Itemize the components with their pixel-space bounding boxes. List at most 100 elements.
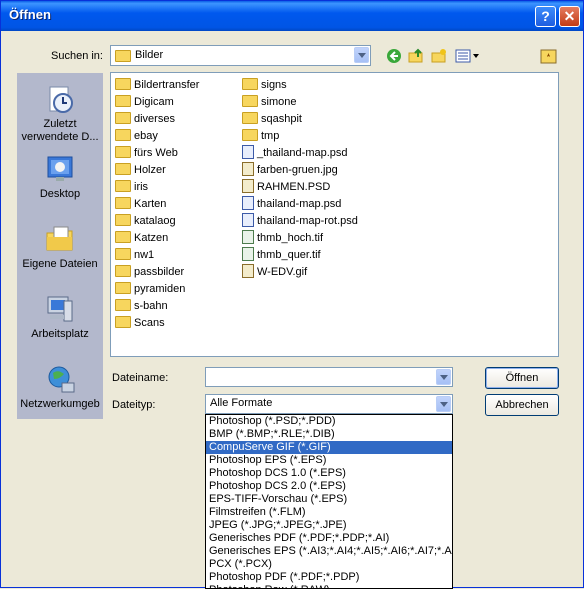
list-item[interactable]: diverses: [115, 111, 175, 127]
filetype-option[interactable]: Filmstreifen (*.FLM): [206, 506, 452, 519]
help-button[interactable]: ?: [535, 6, 556, 27]
list-item[interactable]: Holzer: [115, 162, 166, 178]
list-item[interactable]: farben-gruen.jpg: [242, 162, 338, 178]
folder-icon: [115, 282, 131, 295]
favorites-icon[interactable]: [540, 47, 558, 65]
place-desktop[interactable]: Desktop: [17, 153, 103, 200]
folder-icon: [242, 78, 258, 91]
list-item-label: _thailand-map.psd: [257, 147, 348, 159]
filetype-option[interactable]: PCX (*.PCX): [206, 558, 452, 571]
filename-label: Dateiname:: [112, 372, 169, 384]
list-item-label: thmb_hoch.tif: [257, 232, 324, 244]
list-item-label: simone: [261, 96, 297, 108]
list-item-label: Bildertransfer: [134, 79, 200, 91]
back-icon[interactable]: [386, 48, 402, 64]
list-item[interactable]: Bildertransfer: [115, 77, 199, 93]
folder-icon: [115, 299, 131, 312]
folder-icon: [115, 95, 131, 108]
file-list[interactable]: Bildertransfer Digicam diverses ebay fürs We…: [110, 72, 559, 357]
list-item[interactable]: signs: [242, 77, 287, 93]
filetype-option[interactable]: Photoshop (*.PSD;*.PDD): [206, 415, 452, 428]
folder-icon: [242, 112, 258, 125]
list-item[interactable]: thmb_hoch.tif: [242, 230, 323, 246]
filetype-option[interactable]: Photoshop DCS 2.0 (*.EPS): [206, 480, 452, 493]
list-item[interactable]: Digicam: [115, 94, 174, 110]
folder-icon: [242, 95, 258, 108]
list-item[interactable]: tmp: [242, 128, 279, 144]
list-item[interactable]: ebay: [115, 128, 158, 144]
my-computer-icon: [47, 296, 73, 322]
list-item-label: farben-gruen.jpg: [257, 164, 338, 176]
filetype-option[interactable]: Generisches PDF (*.PDF;*.PDP;*.AI): [206, 532, 452, 545]
network-icon: [48, 366, 75, 393]
place-network[interactable]: Netzwerkumgeb: [17, 363, 103, 410]
place-label: Netzwerkumgeb: [20, 398, 100, 410]
filetype-option[interactable]: BMP (*.BMP;*.RLE;*.DIB): [206, 428, 452, 441]
filetype-option[interactable]: EPS-TIFF-Vorschau (*.EPS): [206, 493, 452, 506]
tif-file-icon: [242, 230, 254, 245]
list-item[interactable]: sqashpit: [242, 111, 302, 127]
filetype-option[interactable]: Generisches EPS (*.AI3;*.AI4;*.AI5;*.AI6…: [206, 545, 452, 558]
new-folder-icon[interactable]: [431, 48, 447, 64]
list-item[interactable]: _thailand-map.psd: [242, 145, 348, 161]
list-item[interactable]: W-EDV.gif: [242, 264, 307, 280]
psd-file-icon: [242, 145, 254, 160]
view-menu-icon[interactable]: [455, 48, 481, 64]
cancel-button[interactable]: Abbrechen: [485, 394, 559, 416]
my-documents-icon: [46, 226, 73, 251]
folder-icon: [115, 112, 131, 125]
list-item-label: Digicam: [134, 96, 174, 108]
filetype-option[interactable]: Photoshop PDF (*.PDF;*.PDP): [206, 571, 452, 584]
folder-icon: [115, 316, 131, 329]
place-label: Eigene Dateien: [22, 258, 98, 270]
filetype-option[interactable]: JPEG (*.JPG;*.JPEG;*.JPE): [206, 519, 452, 532]
folder-icon: [115, 78, 131, 91]
list-item[interactable]: thailand-map-rot.psd: [242, 213, 358, 229]
list-item-label: katalaog: [134, 215, 176, 227]
list-item[interactable]: thailand-map.psd: [242, 196, 341, 212]
window-title: Öffnen: [9, 7, 51, 22]
list-item-label: W-EDV.gif: [257, 266, 308, 278]
title-bar[interactable]: Öffnen ? ✕: [1, 1, 583, 31]
list-item-label: thailand-map-rot.psd: [257, 215, 358, 227]
list-item[interactable]: iris: [115, 179, 148, 195]
list-item[interactable]: RAHMEN.PSD: [242, 179, 330, 195]
list-item[interactable]: passbilder: [115, 264, 184, 280]
filetype-option[interactable]: CompuServe GIF (*.GIF): [206, 441, 452, 454]
list-item[interactable]: katalaog: [115, 213, 176, 229]
chevron-down-icon[interactable]: [436, 396, 451, 412]
list-item[interactable]: Karten: [115, 196, 166, 212]
open-button[interactable]: Öffnen: [485, 367, 559, 389]
list-item-label: Katzen: [134, 232, 169, 244]
list-item[interactable]: nw1: [115, 247, 154, 263]
place-my-computer[interactable]: Arbeitsplatz: [17, 293, 103, 340]
filetype-option[interactable]: Photoshop Raw (*.RAW): [206, 584, 452, 588]
list-item[interactable]: Katzen: [115, 230, 168, 246]
list-item[interactable]: simone: [242, 94, 296, 110]
lookin-label: Suchen in:: [51, 50, 103, 62]
place-recent[interactable]: Zuletzt verwendete D...: [17, 83, 103, 144]
folder-icon: [115, 146, 131, 159]
list-item[interactable]: thmb_quer.tif: [242, 247, 321, 263]
img-file-icon: [242, 179, 254, 194]
place-my-documents[interactable]: Eigene Dateien: [17, 223, 103, 270]
chevron-down-icon[interactable]: [436, 369, 451, 385]
list-item[interactable]: s-bahn: [115, 298, 168, 314]
filetype-select[interactable]: Alle Formate: [205, 394, 453, 414]
list-item[interactable]: fürs Web: [115, 145, 178, 161]
filetype-dropdown-list[interactable]: Photoshop (*.PSD;*.PDD) BMP (*.BMP;*.RLE;…: [205, 414, 453, 589]
lookin-combo[interactable]: Bilder: [110, 45, 371, 66]
recent-clock-icon: [49, 86, 73, 113]
chevron-down-icon[interactable]: [354, 47, 369, 63]
list-item[interactable]: Scans: [115, 315, 165, 331]
desktop-icon: [47, 156, 73, 181]
folder-icon: [115, 214, 131, 227]
filetype-option[interactable]: Photoshop DCS 1.0 (*.EPS): [206, 467, 452, 480]
up-folder-icon[interactable]: [408, 48, 424, 64]
list-item-label: RAHMEN.PSD: [257, 181, 331, 193]
close-button[interactable]: ✕: [559, 6, 580, 27]
filename-field[interactable]: [205, 367, 453, 387]
filetype-option[interactable]: Photoshop EPS (*.EPS): [206, 454, 452, 467]
list-item[interactable]: pyramiden: [115, 281, 185, 297]
list-item-label: diverses: [134, 113, 175, 125]
